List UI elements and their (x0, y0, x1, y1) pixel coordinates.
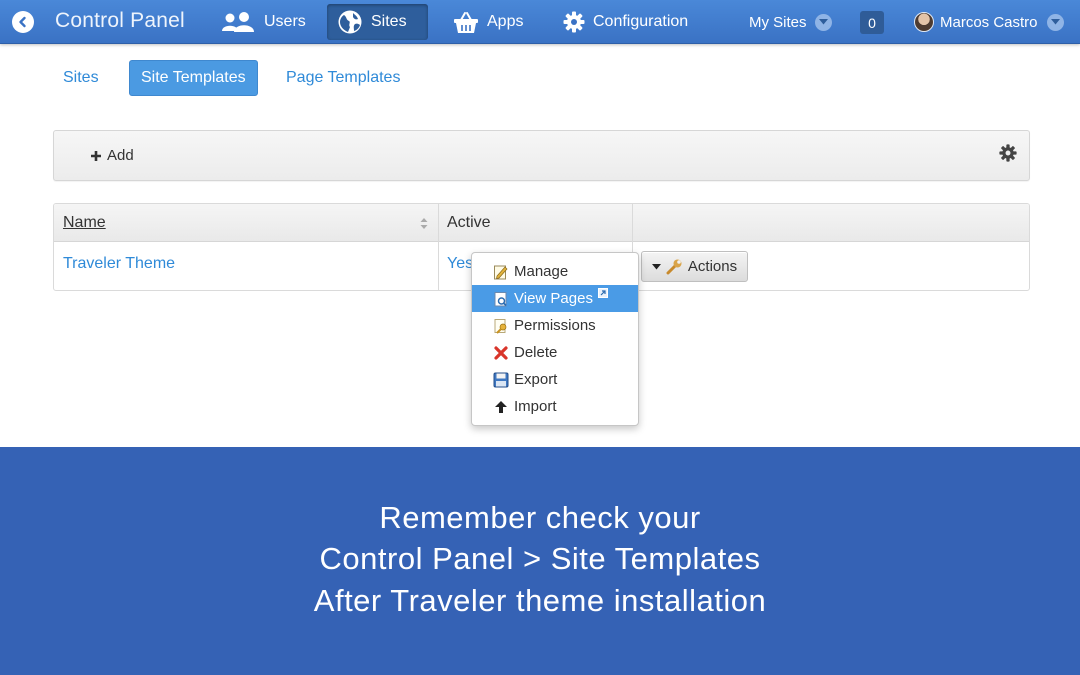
add-button[interactable]: Add (90, 147, 134, 164)
chevron-down-icon (1046, 13, 1064, 31)
nav-configuration-label: Configuration (593, 13, 689, 30)
top-navigation-bar: Control Panel Users Sites Apps Configura… (0, 0, 1080, 44)
actions-button-label: Actions (687, 258, 738, 275)
back-button[interactable] (12, 11, 34, 33)
nav-apps[interactable]: Apps (443, 4, 533, 40)
external-link-icon (598, 288, 608, 298)
menu-item-label: Export (514, 371, 558, 388)
user-name: Marcos Castro (940, 13, 1038, 31)
user-menu[interactable]: Marcos Castro (904, 4, 1074, 40)
menu-item-permissions[interactable]: Permissions (472, 312, 638, 339)
sort-icon[interactable] (420, 217, 428, 230)
plus-icon (91, 150, 101, 161)
nav-sites-label: Sites (371, 13, 407, 30)
menu-item-import[interactable]: Import (472, 393, 638, 420)
chevron-left-icon (19, 16, 26, 28)
actions-dropdown-menu: Manage View Pages Permissions Delete Exp… (471, 252, 639, 426)
my-sites-label: My Sites (749, 13, 807, 31)
tab-sites[interactable]: Sites (52, 60, 110, 96)
menu-item-label: Permissions (514, 317, 596, 334)
manage-icon (493, 264, 509, 280)
users-icon (222, 12, 254, 32)
menu-item-label: Import (514, 398, 557, 415)
my-sites-dropdown[interactable]: My Sites (739, 4, 842, 40)
arrow-up-icon (493, 399, 509, 415)
notification-count-badge[interactable]: 0 (860, 11, 884, 34)
template-name-link[interactable]: Traveler Theme (63, 255, 175, 273)
menu-item-label: Manage (514, 263, 569, 280)
wrench-icon (666, 259, 682, 275)
column-header-name[interactable]: Name (63, 214, 106, 232)
nav-users-label: Users (264, 13, 306, 30)
banner-line-3: After Traveler theme installation (313, 582, 767, 618)
settings-button[interactable] (999, 144, 1017, 167)
instruction-banner: Remember check your Control Panel > Site… (0, 447, 1080, 675)
menu-item-view-pages[interactable]: View Pages (472, 285, 638, 312)
globe-icon (338, 10, 362, 34)
management-toolbar: Add (53, 130, 1030, 181)
add-button-label: Add (107, 147, 134, 164)
column-divider (438, 204, 439, 290)
tab-site-templates[interactable]: Site Templates (129, 60, 258, 96)
menu-item-label: View Pages (514, 290, 593, 307)
avatar (914, 12, 934, 32)
nav-configuration[interactable]: Configuration (553, 4, 698, 40)
column-header-active: Active (447, 214, 491, 231)
table-header: Name Active (54, 204, 1029, 242)
basket-icon (454, 12, 478, 33)
menu-item-manage[interactable]: Manage (472, 258, 638, 285)
chevron-down-icon (814, 13, 832, 31)
gear-icon (563, 11, 585, 33)
app-title: Control Panel (55, 9, 185, 32)
banner-line-1: Remember check your (379, 499, 701, 535)
active-status-link[interactable]: Yes (447, 255, 473, 273)
caret-down-icon (651, 263, 661, 269)
menu-item-export[interactable]: Export (472, 366, 638, 393)
nav-sites[interactable]: Sites (327, 4, 428, 40)
banner-line-2: Control Panel > Site Templates (319, 541, 761, 577)
menu-item-delete[interactable]: Delete (472, 339, 638, 366)
gear-icon (999, 144, 1017, 162)
tab-page-templates[interactable]: Page Templates (275, 60, 411, 96)
view-pages-icon (493, 291, 509, 307)
nav-apps-label: Apps (487, 13, 524, 30)
nav-users[interactable]: Users (210, 4, 316, 40)
actions-button[interactable]: Actions (641, 251, 748, 282)
delete-x-icon (493, 345, 509, 361)
key-icon (493, 318, 509, 334)
save-disk-icon (493, 372, 509, 388)
menu-item-label: Delete (514, 344, 558, 361)
